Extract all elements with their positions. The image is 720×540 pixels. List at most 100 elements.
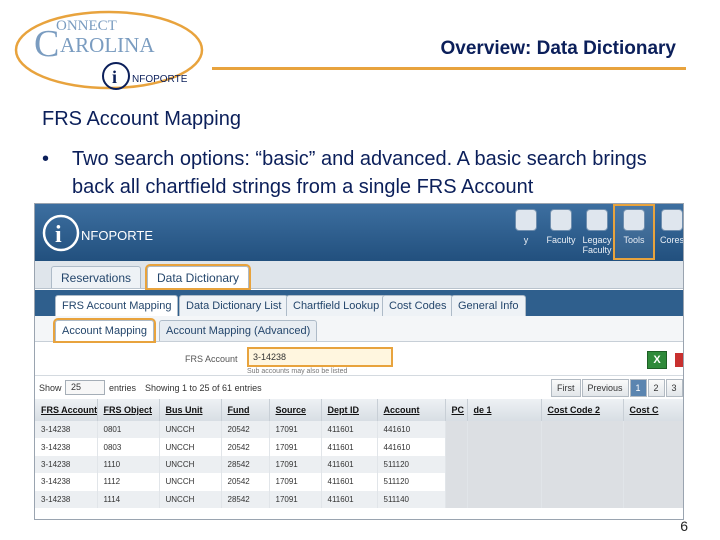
table-cell: 17091 [269, 473, 322, 491]
excel-export-icon[interactable]: X [647, 351, 667, 369]
table-cell: 17091 [269, 421, 322, 439]
table-cell: 28542 [221, 490, 270, 508]
col-dept-id[interactable]: Dept ID [321, 399, 378, 421]
toolbar-tools-label: Tools [623, 235, 645, 245]
pager-page-3[interactable]: 3 [665, 379, 683, 397]
table-cell: 441610 [377, 438, 446, 456]
table-cell: 511120 [377, 473, 446, 491]
tab-data-dictionary-list[interactable]: Data Dictionary List [179, 295, 289, 316]
tab-cost-codes[interactable]: Cost Codes [382, 295, 454, 316]
bullet-symbol: • [42, 148, 50, 170]
toolbar-cores[interactable]: Cores [653, 206, 683, 258]
table-cell [623, 473, 683, 491]
main-tab-strip: FRS Account Mapping Data Dictionary List… [35, 290, 683, 316]
table-cell [445, 490, 468, 508]
account-mapping-table: FRS Account FRS Object Bus Unit Fund Sou… [35, 399, 683, 508]
table-cell: 3-14238 [35, 421, 98, 439]
bullet-text: Two search options: “basic” and advanced… [72, 148, 647, 198]
table-cell: UNCCH [159, 421, 222, 439]
table-cell: 0803 [97, 438, 160, 456]
tab-reservations[interactable]: Reservations [51, 266, 142, 288]
table-cell: 17091 [269, 490, 322, 508]
table-cell [467, 455, 542, 474]
table-cell: 511140 [377, 490, 446, 508]
tab-frs-account-mapping[interactable]: FRS Account Mapping [55, 295, 179, 316]
table-cell: 411601 [321, 455, 378, 474]
app-logo-initial: i [55, 222, 62, 248]
logo-sub-text: NFOPORTE [132, 74, 188, 85]
connect-carolina-logo: C ONNECT AROLINA i NFOPORTE [14, 10, 204, 90]
table-cell: 1112 [97, 473, 160, 491]
tab-chartfield-lookup[interactable]: Chartfield Lookup [286, 295, 387, 316]
table-cell: 3-14238 [35, 490, 98, 508]
col-frs-object[interactable]: FRS Object [97, 399, 160, 421]
toolbar-tools[interactable]: Tools [613, 204, 655, 260]
table-cell: 1110 [97, 455, 160, 474]
table-cell [445, 473, 468, 491]
toolbar-faculty[interactable]: Faculty [542, 206, 580, 258]
toolbar-partial-label: y [523, 235, 529, 245]
table-row[interactable]: 3-14238 1112 UNCCH 20542 17091 411601 51… [35, 473, 683, 491]
table-cell: UNCCH [159, 438, 222, 456]
col-cost-code-3[interactable]: Cost C [623, 399, 683, 421]
table-cell: UNCCH [159, 455, 222, 474]
table-cell: UNCCH [159, 473, 222, 491]
tab-account-mapping[interactable]: Account Mapping [53, 318, 156, 343]
toolbar-legacy-faculty[interactable]: Legacy Faculty [578, 206, 616, 258]
table-cell: 0801 [97, 421, 160, 439]
partial-icon [515, 209, 537, 231]
table-row[interactable]: 3-14238 0803 UNCCH 20542 17091 411601 44… [35, 438, 683, 456]
col-source[interactable]: Source [269, 399, 322, 421]
tab-data-dictionary[interactable]: Data Dictionary [144, 264, 252, 290]
table-cell [445, 438, 468, 456]
table-cell [467, 490, 542, 508]
col-bus-unit[interactable]: Bus Unit [159, 399, 222, 421]
logo-line1: ONNECT [56, 18, 117, 34]
table-cell [623, 455, 683, 474]
table-row[interactable]: 3-14238 1110 UNCCH 28542 17091 411601 51… [35, 455, 683, 474]
table-cell [623, 438, 683, 456]
infoporte-logo: i NFOPORTE [42, 214, 153, 252]
slide-title: Overview: Data Dictionary [440, 38, 676, 59]
col-cost-code-1[interactable]: de 1 [467, 399, 542, 421]
page-size-select[interactable]: 25 [65, 380, 105, 395]
logo-line2: AROLINA [60, 33, 155, 57]
table-cell [623, 490, 683, 508]
table-info: Showing 1 to 25 of 61 entries [145, 383, 262, 393]
table-cell: UNCCH [159, 490, 222, 508]
toolbar-partial[interactable]: y [507, 206, 545, 258]
legacy-faculty-icon [586, 209, 608, 231]
table-cell: 20542 [221, 438, 270, 456]
pager-previous[interactable]: Previous [581, 379, 629, 397]
table-cell: 1114 [97, 490, 160, 508]
table-header-row: FRS Account FRS Object Bus Unit Fund Sou… [35, 399, 683, 421]
table-row[interactable]: 3-14238 0801 UNCCH 20542 17091 411601 44… [35, 421, 683, 439]
col-fund[interactable]: Fund [221, 399, 270, 421]
table-cell: 3-14238 [35, 438, 98, 456]
table-row[interactable]: 3-14238 1114 UNCCH 28542 17091 411601 51… [35, 490, 683, 508]
tab-account-mapping-advanced[interactable]: Account Mapping (Advanced) [159, 320, 318, 341]
pager-first[interactable]: First [551, 379, 581, 397]
tools-icon [623, 209, 645, 231]
table-cell [467, 473, 542, 491]
pager-page-2[interactable]: 2 [647, 379, 665, 397]
entries-label: entries [109, 383, 137, 393]
pager-page-1[interactable]: 1 [629, 379, 647, 397]
table-cell: 411601 [321, 473, 378, 491]
col-account[interactable]: Account [377, 399, 446, 421]
show-label: Show [39, 383, 62, 393]
frs-account-label: FRS Account [185, 354, 238, 364]
col-pc[interactable]: PC [445, 399, 468, 421]
infoporte-screenshot: i NFOPORTE y Faculty Legacy Faculty Tool… [34, 203, 684, 520]
page-number: 6 [680, 518, 688, 534]
table-cell: 20542 [221, 421, 270, 439]
pdf-export-icon[interactable] [675, 353, 683, 367]
table-cell: 17091 [269, 438, 322, 456]
frs-account-input[interactable]: 3-14238 [247, 347, 393, 367]
table-cell: 3-14238 [35, 473, 98, 491]
faculty-icon [550, 209, 572, 231]
tab-general-info[interactable]: General Info [451, 295, 526, 316]
col-frs-account[interactable]: FRS Account [35, 399, 98, 421]
table-cell: 511120 [377, 455, 446, 474]
col-cost-code-2[interactable]: Cost Code 2 [541, 399, 624, 421]
